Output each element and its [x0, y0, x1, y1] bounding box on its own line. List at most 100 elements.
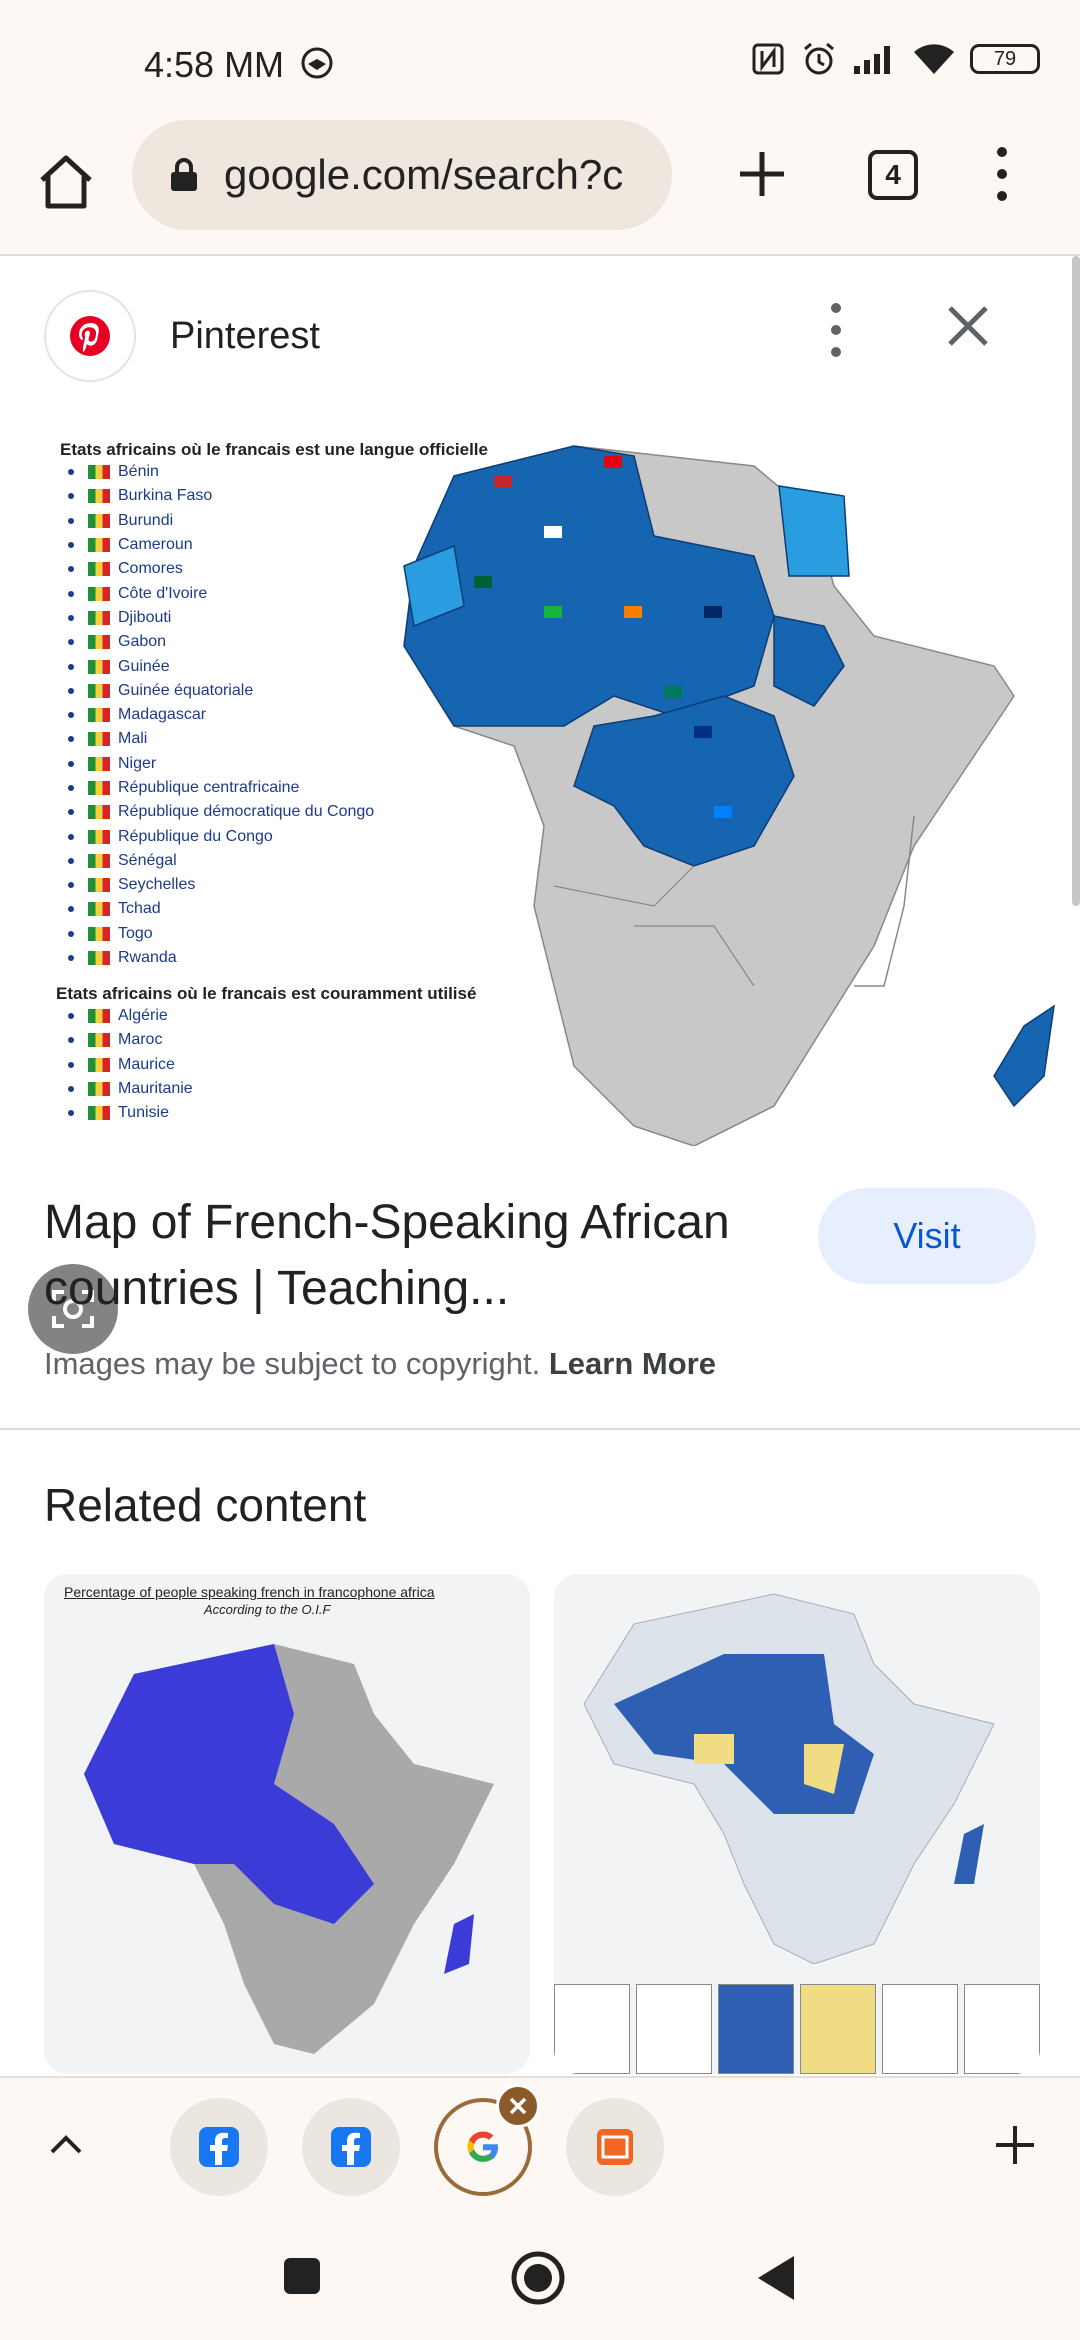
bullet	[68, 882, 74, 889]
result-title[interactable]: Map of French-Speaking African countries…	[44, 1190, 764, 1322]
bullet	[68, 955, 74, 962]
related-thumbnail-1[interactable]: Percentage of people speaking french in …	[44, 1574, 530, 2074]
thumb2-map	[583, 1593, 995, 1964]
bullet	[68, 687, 74, 694]
flag-icon	[88, 562, 110, 577]
country-list-item: Guinée équatoriale	[68, 679, 374, 703]
status-icons: 79	[750, 40, 1040, 78]
official-language-list: Bénin Burkina Faso Burundi Cameroun Comores C…	[68, 460, 374, 970]
bullet	[68, 760, 74, 767]
country-name: Rwanda	[118, 949, 177, 967]
status-bar: 4:58 MM 79	[0, 0, 1080, 120]
flag-icon	[88, 829, 110, 844]
scrollbar[interactable]	[1072, 256, 1080, 906]
country-list-item: Algérie	[68, 1004, 193, 1028]
country-list-item: Maroc	[68, 1028, 193, 1052]
home-nav-icon[interactable]	[510, 2250, 566, 2306]
bullet	[68, 1086, 74, 1093]
home-icon[interactable]	[34, 150, 98, 214]
address-bar[interactable]: google.com/search?c	[132, 120, 672, 230]
bullet	[68, 833, 74, 840]
flag-icon	[88, 732, 110, 747]
bullet	[68, 712, 74, 719]
country-list-item: Mali	[68, 727, 374, 751]
tab-strip	[0, 2076, 1080, 2212]
bullet	[68, 469, 74, 476]
source-row[interactable]: Pinterest	[44, 290, 320, 382]
bullet	[68, 517, 74, 524]
divider	[0, 1428, 1080, 1430]
country-list-item: République centrafricaine	[68, 776, 374, 800]
back-icon[interactable]	[756, 2254, 796, 2302]
add-tab-icon[interactable]	[990, 2120, 1040, 2170]
country-name: Tunisie	[118, 1104, 169, 1122]
signal-icon	[854, 46, 890, 74]
flag-icon	[88, 489, 110, 504]
related-thumbnail-2[interactable]	[554, 1574, 1040, 2074]
country-name: Mali	[118, 730, 148, 748]
tab-switcher-button[interactable]: 4	[868, 150, 918, 200]
country-list-item: Bénin	[68, 460, 374, 484]
bullet	[68, 736, 74, 743]
copyright-text: Images may be subject to copyright.	[44, 1346, 541, 1381]
learn-more-link[interactable]: Learn More	[549, 1346, 716, 1381]
flag-icon	[88, 513, 110, 528]
flag-icon	[88, 878, 110, 893]
battery-indicator: 79	[970, 44, 1040, 74]
url-text: google.com/search?c	[224, 151, 624, 198]
bullet	[68, 639, 74, 646]
flag-icon	[88, 610, 110, 625]
thumb1-subtitle: According to the O.I.F	[204, 1602, 331, 1617]
flag-icon	[88, 465, 110, 480]
bullet	[68, 493, 74, 500]
bullet	[68, 542, 74, 549]
alarm-icon	[804, 42, 834, 75]
country-list-item: Côte d'Ivoire	[68, 581, 374, 605]
tab-ph[interactable]	[566, 2098, 664, 2196]
nfc-icon	[752, 43, 784, 75]
google-icon	[467, 2131, 498, 2162]
bullet	[68, 906, 74, 913]
flag-icon	[88, 708, 110, 723]
country-list-item: Tchad	[68, 897, 374, 921]
country-list-item: Cameroun	[68, 533, 374, 557]
recents-icon[interactable]	[282, 2256, 322, 2296]
bullet	[68, 857, 74, 864]
country-name: Togo	[118, 924, 153, 942]
country-name: Comores	[118, 560, 183, 578]
thumb1-title: Percentage of people speaking french in …	[64, 1584, 435, 1600]
flag-icon	[88, 1009, 110, 1024]
country-name: Madagascar	[118, 706, 207, 724]
related-content-heading: Related content	[44, 1479, 367, 1531]
visit-button[interactable]: Visit	[818, 1188, 1036, 1284]
browser-toolbar: google.com/search?c 4	[0, 120, 1080, 256]
flag-icon	[88, 781, 110, 795]
country-list-item: Niger	[68, 752, 374, 776]
card-more-icon[interactable]	[826, 298, 846, 362]
tab-facebook-2[interactable]	[302, 2098, 400, 2196]
country-list-item: Burundi	[68, 509, 374, 533]
close-tab-button[interactable]	[496, 2084, 540, 2128]
country-list-item: Comores	[68, 557, 374, 581]
country-name: Mauritanie	[118, 1080, 193, 1098]
system-nav-bar	[0, 2212, 1080, 2340]
pinterest-logo	[44, 290, 136, 382]
country-name: Burkina Faso	[118, 487, 213, 505]
chevron-up-icon[interactable]	[44, 2122, 88, 2166]
close-icon[interactable]	[940, 298, 996, 354]
bullet	[68, 785, 74, 791]
ph-app-icon	[597, 2129, 633, 2165]
country-list-item: Seychelles	[68, 873, 374, 897]
country-list-item: Madagascar	[68, 703, 374, 727]
tab-facebook-1[interactable]	[170, 2098, 268, 2196]
country-name: Guinée	[118, 657, 170, 675]
more-vert-icon[interactable]	[990, 142, 1014, 206]
country-name: Maurice	[118, 1055, 175, 1073]
flag-icon	[88, 756, 110, 771]
bullet	[68, 1013, 74, 1020]
bullet	[68, 590, 74, 597]
country-name: République démocratique du Congo	[118, 803, 375, 821]
country-list-item: Guinée	[68, 654, 374, 678]
new-tab-icon[interactable]	[730, 142, 794, 206]
flag-icon	[88, 1106, 110, 1121]
